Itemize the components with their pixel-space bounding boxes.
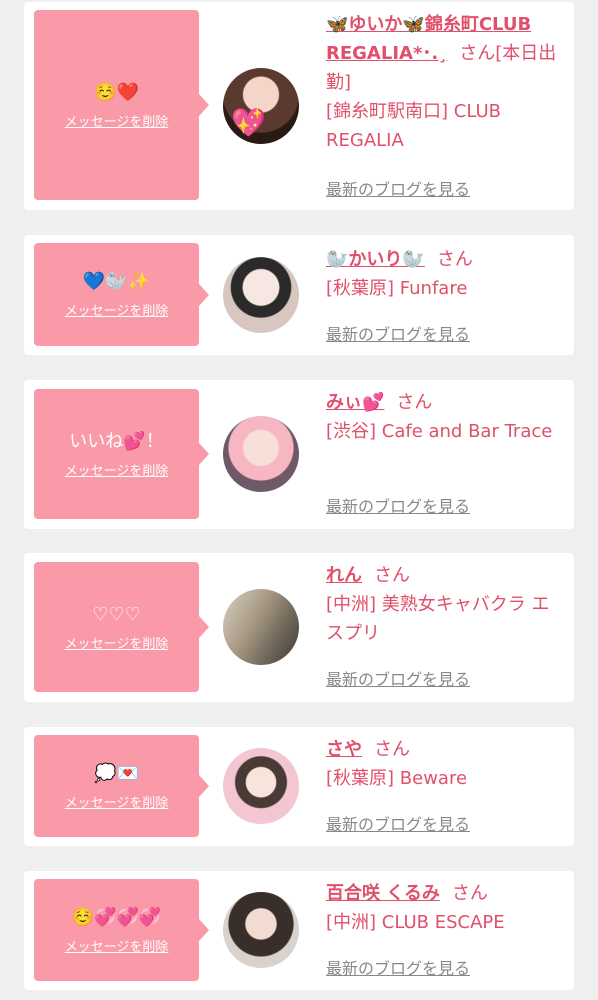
shop-name: [渋谷] Cafe and Bar Trace [326,421,553,442]
user-info: みぃ💕 さん [渋谷] Cafe and Bar Trace [326,388,566,446]
user-name-link[interactable]: 🦭かいり🦭 [326,249,425,270]
shop-name: [秋葉原] Funfare [326,278,468,299]
message-text: ♡♡♡ [92,603,141,625]
sparkle-heart-icon: 💖 [231,106,266,139]
latest-blog-link[interactable]: 最新のブログを見る [326,321,470,345]
message-text: ☺️❤️ [94,81,139,103]
latest-blog-link[interactable]: 最新のブログを見る [326,955,470,979]
shop-name: [中洲] CLUB ESCAPE [326,912,505,933]
message-card: ☺️❤️ メッセージを削除 💖 🦋ゆいか🦋錦糸町CLUB REGALIA*･.¸… [24,2,574,210]
user-info: れん さん [中洲] 美熟女キャバクラ エスプリ [326,561,566,648]
message-card: ♡♡♡ メッセージを削除 れん さん [中洲] 美熟女キャバクラ エスプリ 最新の… [24,553,574,702]
latest-blog-link[interactable]: 最新のブログを見る [326,666,470,690]
avatar[interactable]: 💖 [223,68,299,144]
latest-blog-link[interactable]: 最新のブログを見る [326,811,470,835]
message-bubble: ♡♡♡ メッセージを削除 [34,562,209,692]
message-card: 💭💌 メッセージを削除 さや さん [秋葉原] Beware 最新のブログを見る [24,727,574,846]
delete-message-link[interactable]: メッセージを削除 [65,460,169,479]
user-name-link[interactable]: みぃ💕 [326,392,384,413]
shop-name: [中洲] 美熟女キャバクラ エスプリ [326,594,550,644]
avatar[interactable] [223,589,299,665]
message-bubble: いいね💕！ メッセージを削除 [34,389,209,519]
delete-message-link[interactable]: メッセージを削除 [65,300,169,319]
message-card: いいね💕！ メッセージを削除 みぃ💕 さん [渋谷] Cafe and Bar T… [24,380,574,529]
message-text: ☺️💞💞💞 [71,906,162,928]
message-bubble: ☺️❤️ メッセージを削除 [34,10,209,200]
latest-blog-link[interactable]: 最新のブログを見る [326,176,470,200]
avatar[interactable] [223,748,299,824]
user-name-link[interactable]: れん [326,565,362,586]
shop-name: [秋葉原] Beware [326,768,468,789]
user-name-link[interactable]: さや [326,739,362,760]
user-info: さや さん [秋葉原] Beware [326,735,566,793]
message-card: ☺️💞💞💞 メッセージを削除 百合咲 くるみ さん [中洲] CLUB ESCAP… [24,871,574,990]
user-info: 百合咲 くるみ さん [中洲] CLUB ESCAPE [326,879,566,937]
delete-message-link[interactable]: メッセージを削除 [65,633,169,652]
delete-message-link[interactable]: メッセージを削除 [65,792,169,811]
message-card: 💙🦭✨ メッセージを削除 🦭かいり🦭 さん [秋葉原] Funfare 最新のブロ… [24,235,574,355]
user-suffix: さん [374,739,410,760]
user-name-link[interactable]: 百合咲 くるみ [326,883,440,904]
user-info: 🦋ゆいか🦋錦糸町CLUB REGALIA*･.¸ さん[本日出勤] [錦糸町駅南口… [326,10,566,155]
message-text: いいね💕！ [69,430,164,452]
delete-message-link[interactable]: メッセージを削除 [65,111,169,130]
user-suffix: さん [396,392,433,413]
message-bubble: 💙🦭✨ メッセージを削除 [34,243,209,346]
delete-message-link[interactable]: メッセージを削除 [65,936,169,955]
shop-name: [錦糸町駅南口] CLUB REGALIA [326,101,501,151]
message-bubble: ☺️💞💞💞 メッセージを削除 [34,879,209,981]
user-suffix: さん [436,249,473,270]
user-info: 🦭かいり🦭 さん [秋葉原] Funfare [326,245,566,303]
user-suffix: さん [451,883,488,904]
avatar[interactable] [223,416,299,492]
latest-blog-link[interactable]: 最新のブログを見る [326,493,470,517]
message-text: 💙🦭✨ [82,271,151,292]
user-suffix: さん [374,565,410,586]
message-text: 💭💌 [94,762,139,784]
avatar[interactable] [223,892,299,968]
message-bubble: 💭💌 メッセージを削除 [34,735,209,837]
avatar[interactable] [223,257,299,333]
